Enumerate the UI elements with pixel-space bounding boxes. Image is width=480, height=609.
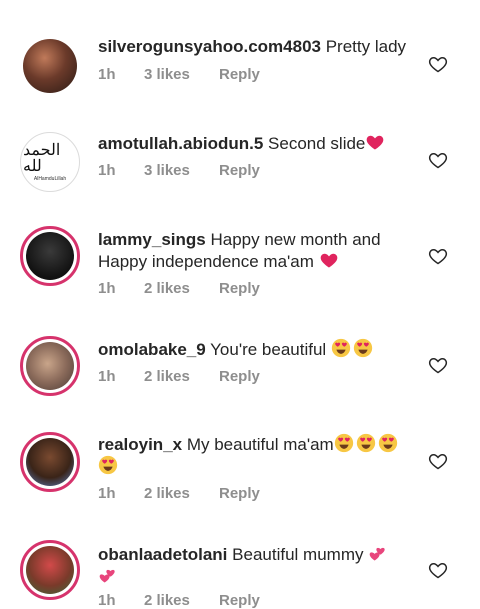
reply-button[interactable]: Reply: [219, 66, 260, 83]
comment-username[interactable]: omolabake_9: [98, 340, 206, 359]
comment-username[interactable]: silverogunsyahoo.com4803: [98, 37, 321, 56]
comment-time: 1h: [98, 592, 116, 609]
heart-eyes-emoji-icon: [353, 338, 373, 358]
reply-button[interactable]: Reply: [219, 485, 260, 502]
heart-eyes-emoji-icon: [331, 338, 351, 358]
comment-time: 1h: [98, 368, 116, 385]
like-heart-icon[interactable]: [428, 560, 448, 580]
avatar-story-ring[interactable]: [20, 540, 80, 600]
two-hearts-icon: [99, 569, 115, 583]
comment-likes[interactable]: 2 likes: [144, 368, 219, 385]
comment-time: 1h: [98, 66, 116, 83]
red-heart-icon: [367, 135, 384, 150]
comment-time: 1h: [98, 485, 116, 502]
comment-text: My beautiful ma'am: [186, 435, 334, 454]
red-heart-icon: [320, 253, 337, 268]
avatar-image: الحمد لله AlHamduLillah: [23, 135, 77, 189]
comment-likes[interactable]: 2 likes: [144, 485, 219, 502]
comment-username[interactable]: amotullah.abiodun.5: [98, 134, 263, 153]
avatar[interactable]: [20, 36, 80, 96]
like-heart-icon[interactable]: [428, 451, 448, 471]
heart-eyes-emoji-icon: [378, 433, 397, 453]
comment-likes[interactable]: 3 likes: [144, 162, 219, 179]
comment-username[interactable]: obanlaadetolani: [98, 545, 227, 564]
comment-likes[interactable]: 2 likes: [144, 280, 219, 297]
avatar[interactable]: الحمد لله AlHamduLillah: [20, 132, 80, 192]
avatar-story-ring[interactable]: [20, 226, 80, 286]
avatar-image: [26, 546, 74, 594]
heart-eyes-emoji-icon: [98, 455, 118, 475]
avatar-image: [26, 232, 74, 280]
comment-username[interactable]: lammy_sings: [98, 230, 206, 249]
comment-username[interactable]: realoyin_x: [98, 435, 182, 454]
comment-text: You're beautiful: [210, 340, 327, 359]
heart-eyes-emoji-icon: [334, 433, 353, 453]
avatar-image: [26, 438, 74, 486]
comment-time: 1h: [98, 162, 116, 179]
reply-button[interactable]: Reply: [219, 368, 260, 385]
reply-button[interactable]: Reply: [219, 162, 260, 179]
comment-text: Pretty lady: [325, 37, 407, 56]
comment-time: 1h: [98, 280, 116, 297]
like-heart-icon[interactable]: [428, 355, 448, 375]
like-heart-icon[interactable]: [428, 54, 448, 74]
two-hearts-icon: [369, 547, 385, 561]
comment-likes[interactable]: 2 likes: [144, 592, 219, 609]
comment-text: Second slide: [268, 134, 366, 153]
avatar-story-ring[interactable]: [20, 432, 80, 492]
avatar-image: [23, 39, 77, 93]
like-heart-icon[interactable]: [428, 246, 448, 266]
avatar-image: [26, 342, 74, 390]
reply-button[interactable]: Reply: [219, 592, 260, 609]
like-heart-icon[interactable]: [428, 150, 448, 170]
reply-button[interactable]: Reply: [219, 280, 260, 297]
avatar-story-ring[interactable]: [20, 336, 80, 396]
calligraphy-logo-icon: الحمد لله: [23, 140, 61, 175]
comment-likes[interactable]: 3 likes: [144, 66, 219, 83]
logo-caption: AlHamduLillah: [33, 176, 67, 182]
heart-eyes-emoji-icon: [356, 433, 375, 453]
comment-text: Beautiful mummy: [232, 545, 364, 564]
